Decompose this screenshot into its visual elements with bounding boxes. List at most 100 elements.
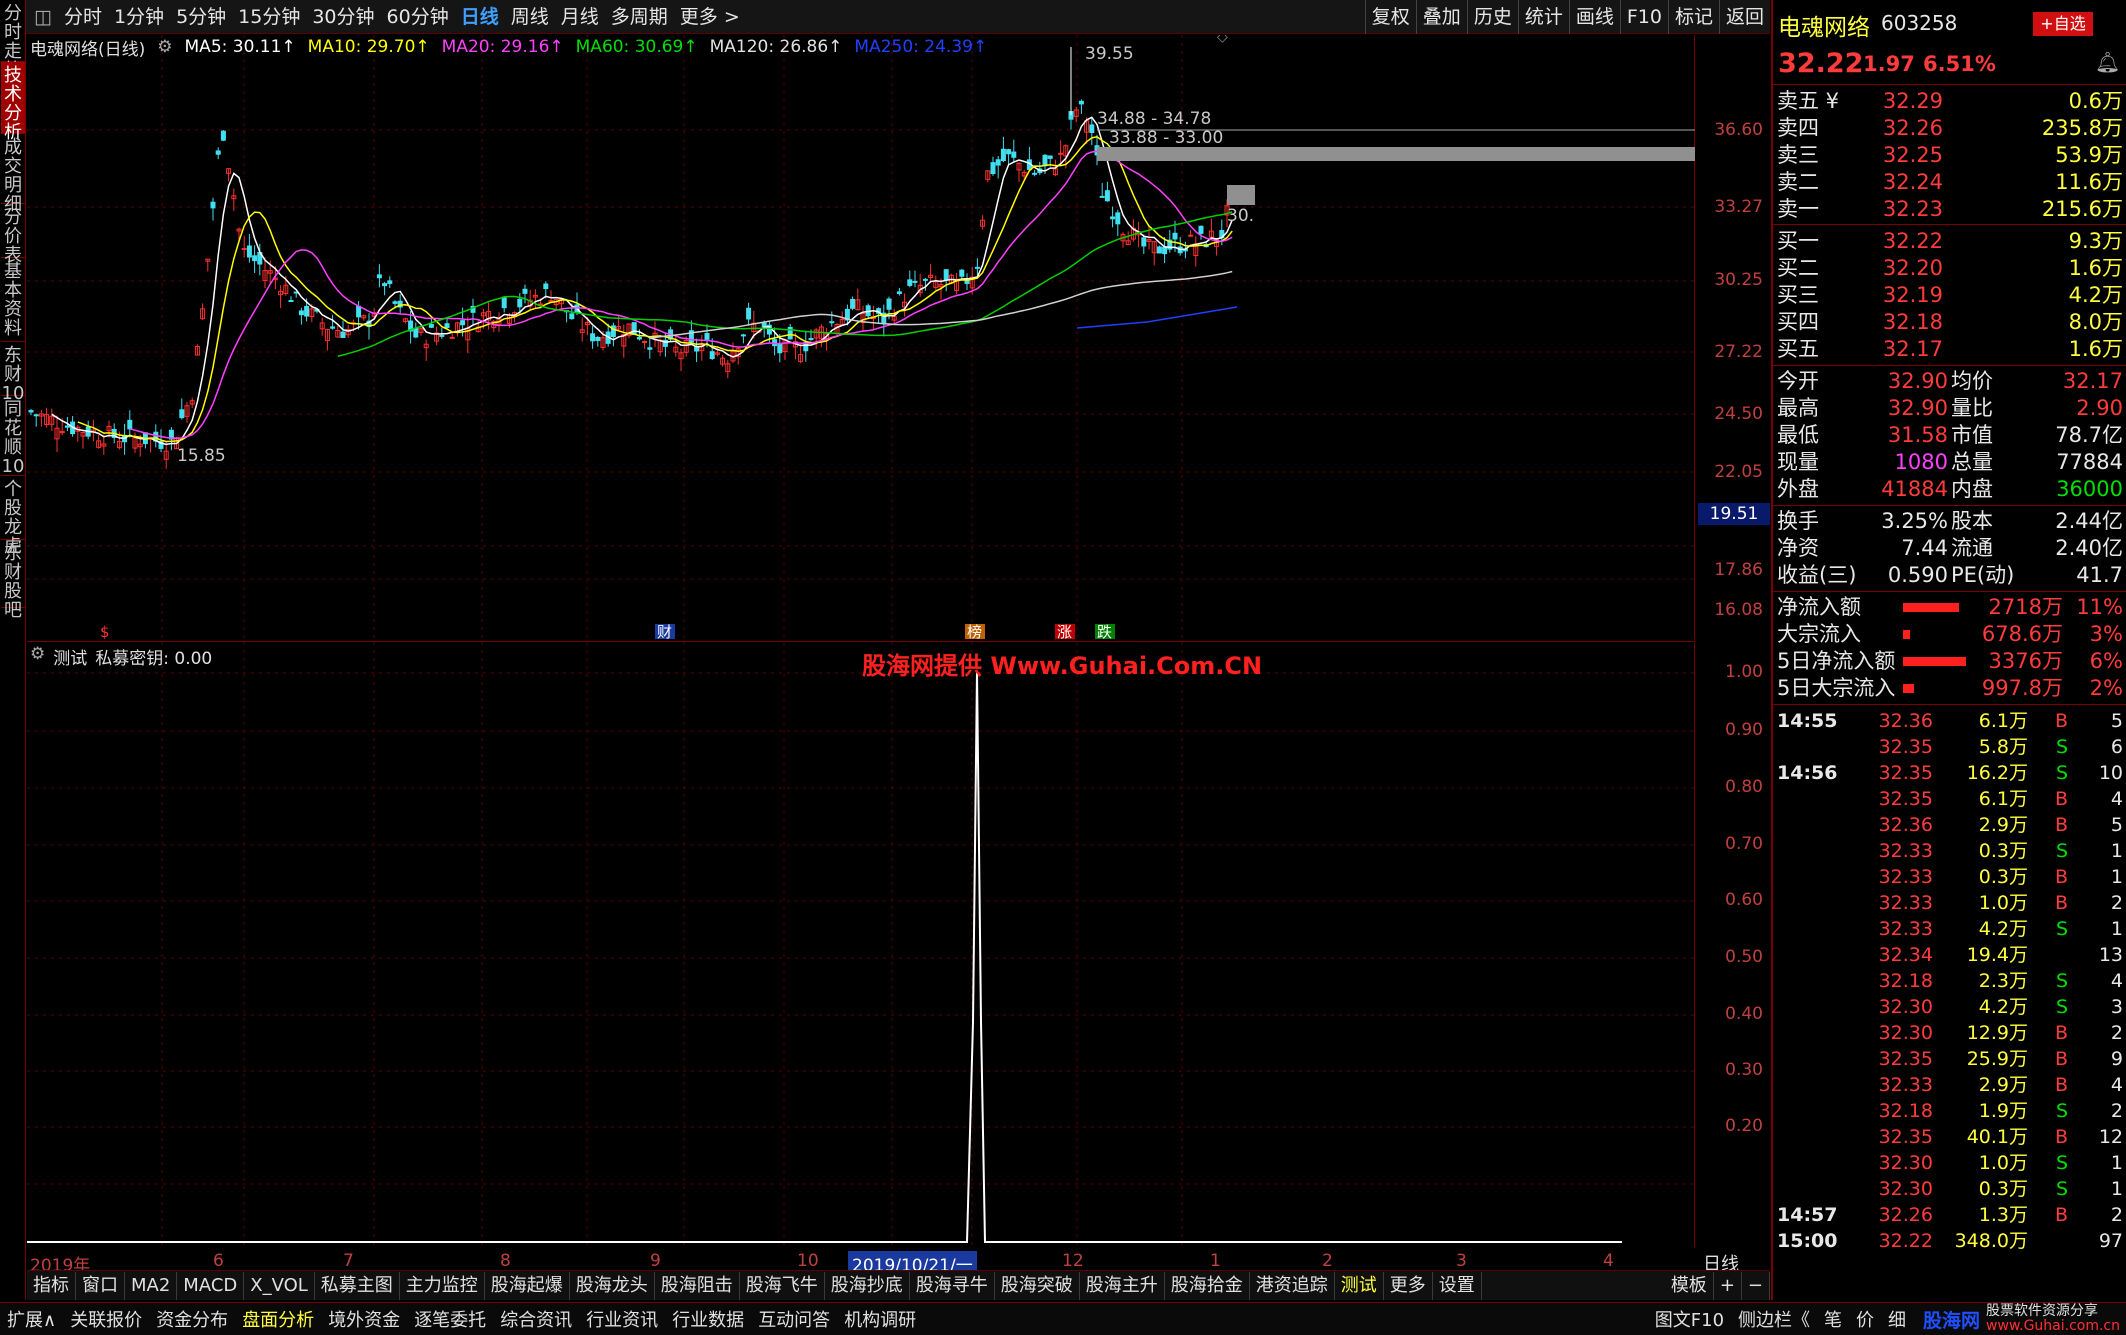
status-tab[interactable]: 盘面分析 (235, 1306, 321, 1332)
indicator-tab[interactable]: 股海阻击 (655, 1271, 740, 1300)
tick-row: 32.34 19.4万 13 (1773, 942, 2126, 968)
indicator-tab[interactable]: MA2 (125, 1271, 178, 1300)
status-tab[interactable]: 综合资讯 (493, 1306, 579, 1332)
indicator-tab[interactable]: 股海突破 (995, 1271, 1080, 1300)
quote-row: 卖三 32.25 53.9万 (1773, 142, 2126, 169)
last-price: 32.22 (1778, 48, 1864, 79)
left-nav-item[interactable]: 同花顺10 (1, 396, 25, 476)
period-tab[interactable]: 60分钟 (381, 0, 455, 34)
left-nav-item[interactable]: 个股龙虎 (1, 476, 25, 556)
quote-price: 32.19 (1882, 283, 1943, 307)
event-marker[interactable]: 财 (657, 623, 672, 639)
kline-chart[interactable]: 39.55 15.85 34.88 - 34.7833.88 - 33.00 30. ◇… (27, 35, 1695, 639)
stat-value: 78.7亿 (2055, 423, 2123, 447)
event-marker[interactable]: $ (100, 623, 110, 639)
period-tab[interactable]: 分时 (58, 0, 108, 34)
tick-count: 4 (2110, 1074, 2123, 1096)
chart-tool-button[interactable]: 历史 (1466, 0, 1518, 34)
chart-tool-button[interactable]: 返回 (1718, 0, 1770, 34)
left-nav-item[interactable]: 分时走势 (1, 0, 25, 80)
flow-label: 大宗流入 (1777, 622, 1861, 646)
indicator-chart[interactable] (27, 642, 1695, 1248)
period-tab[interactable]: 更多 > (674, 0, 746, 34)
indicator-tab[interactable]: X_VOL (244, 1271, 315, 1300)
status-tab[interactable]: 境外资金 (321, 1306, 407, 1332)
left-nav-item[interactable]: 分价表 (1, 204, 25, 265)
indicator-tab[interactable]: 指标 (27, 1271, 76, 1300)
period-tab[interactable]: 多周期 (605, 0, 674, 34)
indicator-tab[interactable]: 股海龙头 (570, 1271, 655, 1300)
candle-body (907, 279, 913, 286)
tick-price: 32.35 (1878, 1048, 1933, 1070)
bell-icon[interactable]: 🔔︎ (2095, 50, 2120, 74)
period-tab[interactable]: 日线 (455, 0, 505, 34)
chart-tool-button[interactable]: 标记 (1667, 0, 1719, 34)
status-tab[interactable]: 资金分布 (149, 1306, 235, 1332)
candle-body (1099, 195, 1105, 198)
indicator-tab[interactable]: 股海主升 (1080, 1271, 1165, 1300)
indicator-tab-tool[interactable]: − (1742, 1271, 1770, 1300)
status-tab[interactable]: 行业数据 (665, 1306, 751, 1332)
indicator-tab[interactable]: 股海飞牛 (740, 1271, 825, 1300)
left-nav-item[interactable]: 东财股吧 (1, 540, 25, 620)
guhai-slogan: 股票软件资源分享 (1986, 1303, 2099, 1319)
indicator-tab[interactable]: 股海寻牛 (910, 1271, 995, 1300)
chart-tool-button[interactable]: F10 (1619, 0, 1668, 34)
period-tab[interactable]: 5分钟 (170, 0, 232, 34)
settings-icon[interactable]: ⚙ (157, 37, 172, 57)
status-right-button[interactable]: 图文F10 (1648, 1306, 1731, 1332)
period-tab[interactable]: 1分钟 (108, 0, 170, 34)
left-nav-item[interactable]: 技术分析 (1, 62, 25, 142)
stat-value: 1080 (1894, 450, 1948, 474)
period-tab[interactable]: 30分钟 (306, 0, 380, 34)
left-nav-item[interactable]: 基本资料 (1, 258, 25, 342)
period-tab[interactable]: 月线 (555, 0, 605, 34)
event-marker[interactable]: 跌 (1097, 623, 1112, 639)
indicator-tab[interactable]: MACD (177, 1271, 245, 1300)
status-tab[interactable]: 机构调研 (837, 1306, 923, 1332)
indicator-tab[interactable]: 更多 (1384, 1271, 1433, 1300)
indicator-tab-tool[interactable]: + (1714, 1271, 1742, 1300)
indicator-tab[interactable]: 私募主图 (315, 1271, 400, 1300)
indicator-tab[interactable]: 窗口 (76, 1271, 125, 1300)
indicator-tab[interactable]: 股海抄底 (825, 1271, 910, 1300)
diamond-icon[interactable]: ◇ (1217, 35, 1228, 45)
indicator-tab[interactable]: 设置 (1433, 1271, 1482, 1300)
tick-volume: 4.2万 (1978, 996, 2028, 1018)
chart-tool-button[interactable]: 统计 (1517, 0, 1569, 34)
status-right-button[interactable]: 笔 (1817, 1306, 1849, 1332)
left-nav-item[interactable]: 东财10 (1, 342, 25, 403)
status-right-button[interactable]: 细 (1881, 1306, 1913, 1332)
status-tab[interactable]: 行业资讯 (579, 1306, 665, 1332)
add-watchlist-button[interactable]: +自选 (2033, 12, 2093, 36)
settings-icon[interactable]: ⚙ (30, 644, 45, 669)
status-right-button[interactable]: 价 (1849, 1306, 1881, 1332)
chart-tool-button[interactable]: 叠加 (1415, 0, 1467, 34)
candle-body (964, 280, 970, 284)
candle-body (569, 313, 575, 320)
event-marker[interactable]: 榜 (967, 623, 982, 639)
panel-toggle-icon[interactable]: ◫ (28, 0, 58, 34)
candle-body (64, 425, 70, 428)
status-right-button[interactable]: 侧边栏《 (1731, 1306, 1817, 1332)
indicator-tab[interactable]: 测试 (1335, 1271, 1384, 1300)
status-tab[interactable]: 关联报价 (63, 1306, 149, 1332)
indicator-tab[interactable]: 股海拾金 (1165, 1271, 1250, 1300)
indicator-tab[interactable]: 主力监控 (400, 1271, 485, 1300)
indicator-tab[interactable]: 港资追踪 (1250, 1271, 1335, 1300)
period-tab[interactable]: 15分钟 (232, 0, 306, 34)
left-nav-item[interactable]: 成交明细 (1, 134, 25, 214)
candle-body (1011, 151, 1017, 158)
indicator-tab[interactable]: 股海起爆 (485, 1271, 570, 1300)
x-axis-label: 4 (1603, 1251, 1614, 1271)
status-tab[interactable]: 逐笔委托 (407, 1306, 493, 1332)
indicator-tab-tool[interactable]: 模板 (1665, 1271, 1714, 1300)
status-tab[interactable]: 互动问答 (751, 1306, 837, 1332)
tick-row: 14:55 32.36 6.1万 B 5 (1773, 708, 2126, 734)
separator (1773, 704, 2126, 705)
period-tab[interactable]: 周线 (505, 0, 555, 34)
status-tab[interactable]: 扩展∧ (0, 1306, 63, 1332)
event-marker[interactable]: 涨 (1057, 623, 1072, 639)
chart-tool-button[interactable]: 复权 (1364, 0, 1416, 34)
chart-tool-button[interactable]: 画线 (1568, 0, 1620, 34)
